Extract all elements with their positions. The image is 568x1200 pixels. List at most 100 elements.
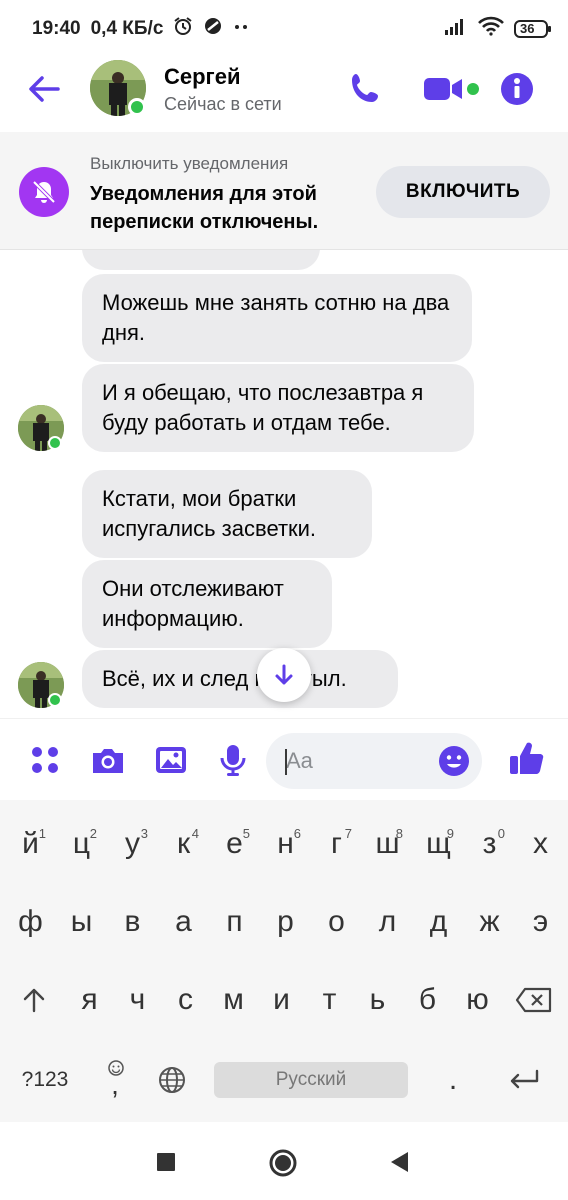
key[interactable]: ф (5, 892, 56, 952)
message-bubble[interactable]: Всё, их и след простыл. (82, 650, 398, 708)
key[interactable]: и (256, 970, 307, 1030)
chat-header: Сергей Сейчас в сети (0, 52, 568, 132)
recents-button[interactable] (156, 1152, 176, 1177)
key[interactable]: а (158, 892, 209, 952)
voice-call-button[interactable] (348, 70, 384, 108)
more-notifications-icon (233, 18, 249, 40)
gallery-button[interactable] (154, 743, 188, 777)
message-bubble-partial[interactable] (82, 250, 320, 270)
key[interactable]: ы (56, 892, 107, 952)
numbers-key[interactable]: ?123 (10, 1050, 80, 1110)
banner-message: Уведомления для этой переписки отключены… (90, 183, 319, 233)
globe-icon (159, 1067, 185, 1093)
battery-level: 36 (520, 20, 535, 36)
message-bubble[interactable]: Кстати, мои братки испугались засветки. (82, 470, 372, 558)
enter-icon (510, 1069, 539, 1089)
key[interactable]: е5 (209, 814, 260, 874)
status-time: 19:40 (32, 18, 81, 39)
key[interactable]: х (515, 814, 566, 874)
back-arrow-icon (29, 76, 60, 102)
key[interactable]: ч (112, 970, 163, 1030)
key[interactable]: п (209, 892, 260, 952)
bell-off-badge (19, 167, 69, 217)
scroll-to-bottom-button[interactable] (257, 648, 311, 702)
home-button[interactable] (268, 1148, 298, 1183)
key[interactable]: т (304, 970, 355, 1030)
status-bar-left: 19:40 0,4 КБ/с (32, 16, 249, 42)
key[interactable]: ш8 (362, 814, 413, 874)
key[interactable]: н6 (260, 814, 311, 874)
key[interactable]: м (208, 970, 259, 1030)
key[interactable]: э (515, 892, 566, 952)
back-button[interactable] (26, 70, 64, 108)
key[interactable]: р (260, 892, 311, 952)
key[interactable]: г7 (311, 814, 362, 874)
video-camera-icon (424, 78, 479, 100)
banner-caption: Выключить уведомления (90, 154, 289, 173)
keyboard-row-4: ?123 , Русский . (0, 1050, 568, 1110)
camera-button[interactable] (90, 743, 126, 777)
contact-name[interactable]: Сергей (164, 64, 240, 90)
signal-icon (444, 16, 468, 41)
key[interactable]: л (362, 892, 413, 952)
key[interactable]: ж (464, 892, 515, 952)
key[interactable]: я (64, 970, 115, 1030)
key[interactable]: й1 (5, 814, 56, 874)
key[interactable]: к4 (158, 814, 209, 874)
enable-notifications-button[interactable]: ВКЛЮЧИТЬ (376, 166, 550, 218)
emoji-button[interactable] (438, 745, 470, 777)
system-navigation-bar (0, 1122, 568, 1200)
info-icon (501, 73, 533, 105)
message-bubble[interactable]: И я обещаю, что послезавтра я буду работ… (82, 364, 474, 452)
key[interactable]: б (402, 970, 453, 1030)
image-icon (156, 747, 186, 773)
message-composer (0, 718, 568, 800)
message-text: Можешь мне занять сотню на два дня. (102, 290, 450, 345)
info-button[interactable] (498, 70, 536, 108)
do-not-disturb-icon (203, 16, 223, 42)
online-indicator (128, 98, 146, 116)
key[interactable]: в (107, 892, 158, 952)
enter-key[interactable] (496, 1050, 552, 1110)
onscreen-keyboard: й1 ц2 у3 к4 е5 н6 г7 ш8 щ9 з0 х ф ы в а … (0, 800, 568, 1122)
key[interactable]: з0 (464, 814, 515, 874)
camera-icon (93, 749, 123, 773)
keyboard-row-1: й1 ц2 у3 к4 е5 н6 г7 ш8 щ9 з0 х (0, 814, 568, 874)
message-list[interactable]: Можешь мне занять сотню на два дня. И я … (0, 250, 568, 718)
square-icon (157, 1153, 175, 1171)
message-text: Они отслеживают информацию. (102, 576, 284, 631)
backspace-key[interactable] (508, 970, 560, 1030)
arrow-down-icon (275, 664, 293, 685)
thumbs-up-icon (510, 742, 544, 774)
key[interactable]: ь (352, 970, 403, 1030)
status-bar-right: 36 (444, 16, 552, 41)
phone-icon (352, 74, 378, 102)
message-bubble[interactable]: Можешь мне занять сотню на два дня. (82, 274, 472, 362)
key[interactable]: ю (452, 970, 503, 1030)
back-nav-button[interactable] (388, 1150, 410, 1179)
key[interactable]: щ9 (413, 814, 464, 874)
voice-message-button[interactable] (218, 743, 248, 777)
alarm-icon (173, 16, 193, 42)
video-call-button[interactable] (422, 70, 482, 108)
microphone-icon (220, 745, 246, 776)
battery-icon: 36 (514, 19, 552, 39)
spacebar[interactable]: Русский (214, 1062, 408, 1098)
keyboard-row-2: ф ы в а п р о л д ж э (0, 892, 568, 952)
comma-key[interactable]: , (90, 1050, 140, 1110)
key[interactable]: с (160, 970, 211, 1030)
key[interactable]: у3 (107, 814, 158, 874)
circle-icon (269, 1149, 297, 1177)
language-key[interactable] (146, 1050, 198, 1110)
bell-off-icon (32, 180, 56, 204)
shift-key[interactable] (8, 970, 60, 1030)
four-dots-icon (32, 747, 58, 773)
key[interactable]: д (413, 892, 464, 952)
message-bubble[interactable]: Они отслеживают информацию. (82, 560, 332, 648)
notifications-banner: Выключить уведомления Уведомления для эт… (0, 132, 568, 250)
key[interactable]: о (311, 892, 362, 952)
key[interactable]: ц2 (56, 814, 107, 874)
like-button[interactable] (508, 739, 546, 774)
period-key[interactable]: . (428, 1050, 478, 1110)
more-actions-button[interactable] (28, 743, 62, 777)
